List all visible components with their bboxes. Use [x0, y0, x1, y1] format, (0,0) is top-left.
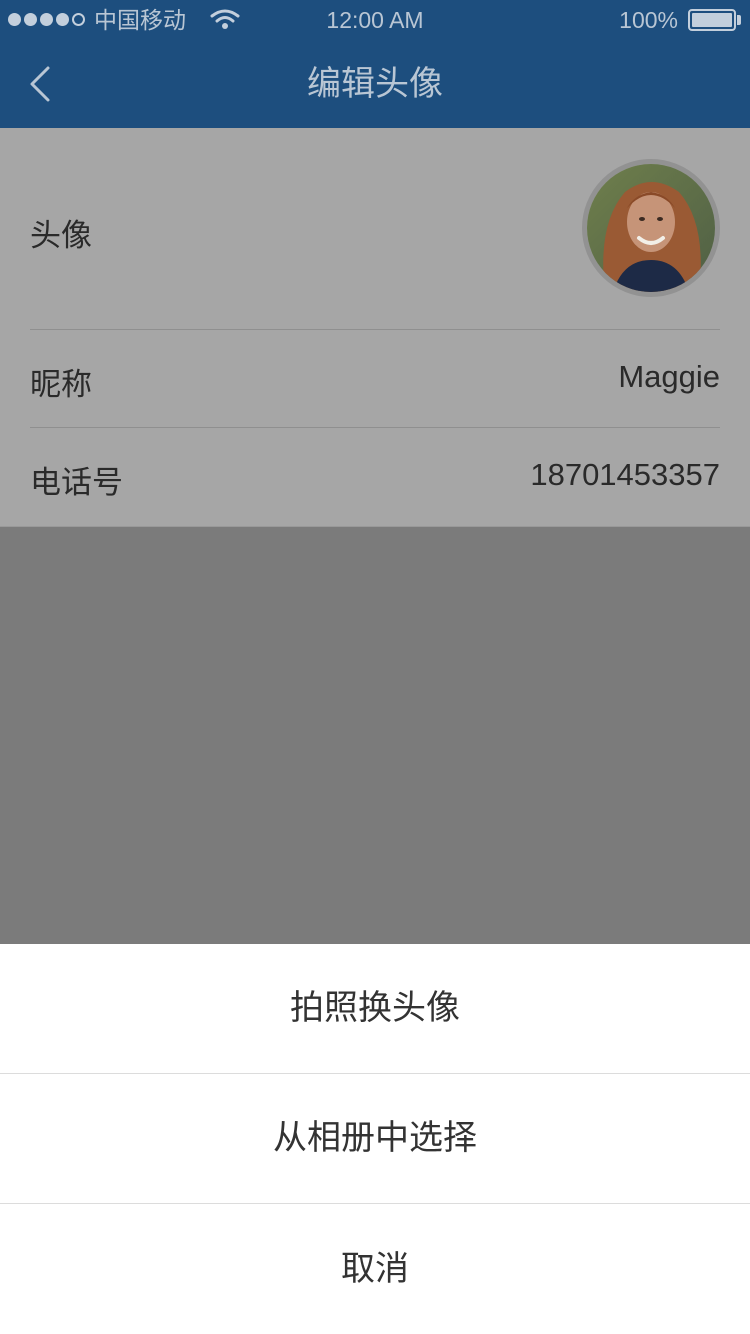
choose-from-album-button[interactable]: 从相册中选择: [0, 1074, 750, 1204]
nickname-value: Maggie: [618, 359, 720, 394]
cancel-button[interactable]: 取消: [0, 1204, 750, 1334]
status-bar: 中国移动 12:00 AM 100%: [0, 0, 750, 40]
take-photo-button[interactable]: 拍照换头像: [0, 944, 750, 1074]
battery-icon: [688, 9, 736, 31]
phone-value: 18701453357: [530, 457, 720, 492]
battery-level: [692, 13, 732, 27]
avatar-row[interactable]: 头像: [30, 128, 720, 330]
nickname-label: 昵称: [30, 367, 92, 402]
action-sheet: 拍照换头像 从相册中选择 取消: [0, 944, 750, 1334]
avatar[interactable]: [582, 159, 720, 297]
nav-bar: 编辑头像: [0, 40, 750, 128]
page-title: 编辑头像: [307, 65, 443, 103]
top-bar: 中国移动 12:00 AM 100% 编辑头像: [0, 0, 750, 128]
phone-row[interactable]: 电话号 18701453357: [30, 427, 720, 525]
avatar-label: 头像: [30, 218, 92, 253]
phone-label: 电话号: [30, 465, 123, 500]
profile-card: 头像 昵称 Maggie 电话号 18701453357: [0, 128, 750, 527]
battery-nub: [737, 15, 741, 25]
battery-percent: 100%: [619, 7, 678, 33]
nickname-row[interactable]: 昵称 Maggie: [30, 329, 720, 428]
